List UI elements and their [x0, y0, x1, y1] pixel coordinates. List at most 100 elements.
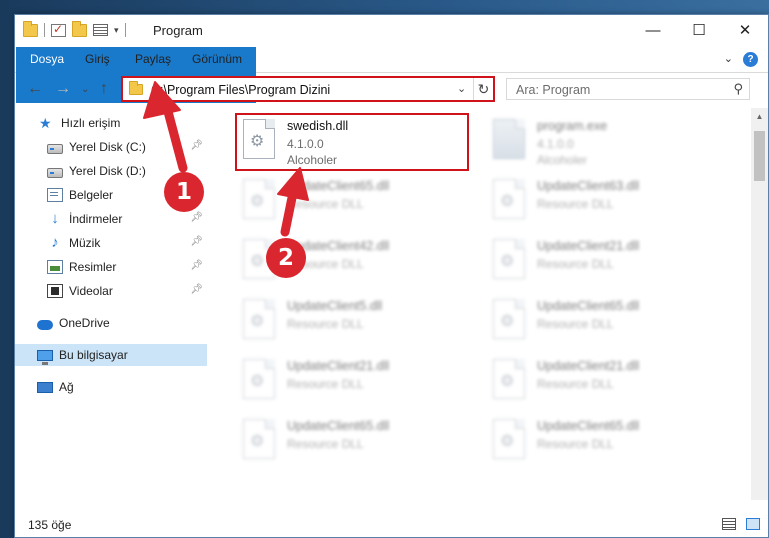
dll-file-icon — [493, 179, 525, 219]
network-icon — [37, 381, 53, 393]
file-type: Resource DLL — [287, 197, 364, 211]
search-input[interactable]: Ara: Program ⚲ — [506, 78, 750, 100]
exe-file-icon — [493, 119, 525, 159]
file-version: 4.1.0.0 — [287, 137, 324, 151]
tab-view[interactable]: Görünüm — [180, 47, 254, 72]
help-icon[interactable]: ? — [743, 52, 758, 67]
sidebar-item-label: Belgeler — [69, 188, 114, 202]
scrollbar-thumb[interactable] — [754, 131, 765, 181]
back-arrow-icon[interactable]: ← — [27, 80, 43, 98]
file-list: swedish.dll 4.1.0.0 Alcoholer program.ex… — [211, 108, 745, 500]
explorer-window: ▾ Program — ☐ ✕ Dosya Giriş Paylaş Görün… — [14, 14, 769, 538]
file-name: UpdateClient65.dll — [537, 299, 640, 313]
toolbar-separator — [44, 23, 45, 37]
up-arrow-icon[interactable]: ↑ — [100, 80, 108, 98]
scroll-up-icon[interactable]: ▲ — [751, 108, 768, 125]
downloads-icon: ↓ — [51, 210, 59, 227]
vertical-scrollbar[interactable]: ▲ — [751, 108, 768, 500]
sidebar-item-onedrive[interactable]: OneDrive — [15, 312, 207, 334]
pin-icon: 📌︎ — [190, 140, 203, 151]
expand-ribbon-icon[interactable]: ⌄ — [724, 52, 733, 67]
close-button[interactable]: ✕ — [722, 15, 768, 45]
list-item[interactable]: UpdateClient65.dll Resource DLL — [487, 415, 727, 471]
list-item[interactable]: UpdateClient65.dll Resource DLL — [487, 295, 727, 351]
videos-icon — [47, 284, 63, 298]
documents-icon — [47, 188, 63, 202]
file-type: Resource DLL — [287, 377, 364, 391]
tab-share[interactable]: Paylaş — [123, 47, 183, 72]
dll-file-icon — [243, 419, 275, 459]
file-type: Resource DLL — [287, 317, 364, 331]
recent-locations-icon[interactable]: ⌄ — [81, 84, 89, 95]
list-item[interactable]: program.exe 4.1.0.0 Alcoholer — [487, 115, 727, 171]
sidebar-item-label: Resimler — [69, 260, 117, 274]
list-item[interactable]: UpdateClient65.dll Resource DLL — [237, 175, 477, 231]
file-type: Resource DLL — [537, 377, 614, 391]
view-toggle — [722, 518, 760, 530]
title-bar: ▾ Program — ☐ ✕ — [15, 15, 768, 47]
file-name: UpdateClient21.dll — [537, 359, 640, 373]
file-name: UpdateClient65.dll — [537, 419, 640, 433]
file-name: UpdateClient63.dll — [537, 179, 640, 193]
list-item[interactable]: UpdateClient65.dll Resource DLL — [237, 415, 477, 471]
sidebar-item-local-disk-c[interactable]: Yerel Disk (C:) 📌︎ — [15, 136, 207, 158]
file-type: Resource DLL — [537, 317, 614, 331]
dll-file-icon — [243, 359, 275, 399]
search-icon[interactable]: ⚲ — [733, 81, 743, 97]
address-path[interactable]: C:\Program Files\Program Dizini — [151, 83, 330, 97]
list-item[interactable]: UpdateClient63.dll Resource DLL — [487, 175, 727, 231]
sidebar-item-music[interactable]: ♪ Müzik 📌︎ — [15, 232, 207, 254]
list-item[interactable]: UpdateClient21.dll Resource DLL — [237, 355, 477, 411]
pin-icon: 📌︎ — [190, 212, 203, 223]
sidebar-item-label: İndirmeler — [69, 212, 123, 226]
file-company: Alcoholer — [287, 153, 338, 167]
file-version: 4.1.0.0 — [537, 137, 574, 151]
pin-icon: 📌︎ — [190, 236, 203, 247]
list-item[interactable]: UpdateClient21.dll Resource DLL — [487, 355, 727, 411]
folder-icon — [23, 20, 38, 37]
view-icon[interactable] — [93, 24, 108, 36]
minimize-button[interactable]: — — [630, 15, 676, 45]
sidebar-item-label: OneDrive — [59, 316, 110, 330]
status-bar: 135 öğe — [15, 513, 768, 537]
new-folder-icon[interactable] — [72, 20, 87, 37]
list-item[interactable]: UpdateClient21.dll Resource DLL — [487, 235, 727, 291]
navigation-pane: ★ Hızlı erişim Yerel Disk (C:) 📌︎ Yerel … — [15, 108, 207, 500]
file-type: Resource DLL — [537, 257, 614, 271]
chevron-down-icon[interactable]: ⌄ — [457, 82, 466, 95]
sidebar-item-videos[interactable]: Videolar 📌︎ — [15, 280, 207, 302]
drive-icon — [47, 167, 63, 178]
dll-file-icon — [493, 239, 525, 279]
properties-icon[interactable] — [51, 22, 66, 37]
folder-icon — [129, 81, 143, 95]
sidebar-item-label: Yerel Disk (D:) — [69, 164, 146, 178]
sidebar-item-network[interactable]: Ağ — [15, 376, 207, 398]
cloud-icon — [37, 319, 53, 330]
search-placeholder: Ara: Program — [516, 83, 591, 97]
navigation-bar: ← → ⌄ ↑ C:\Program Files\Program Dizini … — [15, 73, 768, 107]
refresh-icon[interactable]: ↻ — [473, 78, 493, 100]
sidebar-item-pictures[interactable]: Resimler 📌︎ — [15, 256, 207, 278]
sidebar-item-label: Müzik — [69, 236, 101, 250]
sidebar-item-this-pc[interactable]: Bu bilgisayar — [15, 344, 207, 366]
tab-home[interactable]: Giriş — [73, 47, 122, 72]
customize-toolbar-icon[interactable]: ▾ — [114, 25, 119, 36]
sidebar-item-label: Ağ — [59, 380, 74, 394]
address-bar[interactable]: C:\Program Files\Program Dizini ⌄ ↻ — [121, 76, 495, 102]
window-controls: — ☐ ✕ — [630, 15, 768, 45]
forward-arrow-icon[interactable]: → — [55, 80, 71, 98]
ribbon-right-controls: ⌄ ? — [724, 52, 758, 67]
details-view-icon[interactable] — [722, 518, 736, 530]
file-name: UpdateClient21.dll — [287, 359, 390, 373]
dll-file-icon — [243, 119, 275, 159]
list-item[interactable]: swedish.dll 4.1.0.0 Alcoholer — [235, 113, 469, 171]
file-name: program.exe — [537, 119, 608, 133]
tiles-view-icon[interactable] — [746, 518, 760, 530]
file-type: Resource DLL — [537, 197, 614, 211]
list-item[interactable]: UpdateClient5.dll Resource DLL — [237, 295, 477, 351]
music-icon: ♪ — [51, 234, 59, 251]
annotation-badge-1: 1 — [164, 172, 204, 212]
maximize-button[interactable]: ☐ — [676, 15, 722, 45]
sidebar-item-label: Yerel Disk (C:) — [69, 140, 146, 154]
sidebar-item-quick-access[interactable]: ★ Hızlı erişim — [15, 112, 207, 134]
